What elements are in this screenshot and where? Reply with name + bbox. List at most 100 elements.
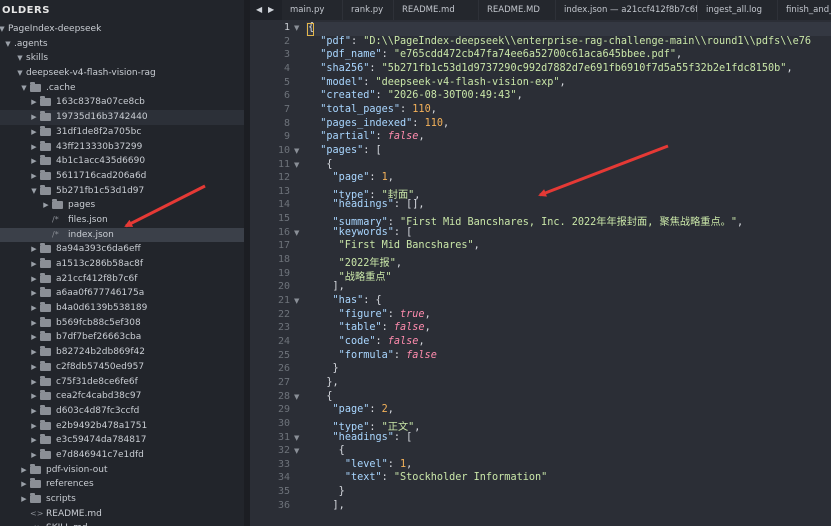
- tree-folder[interactable]: ▶ 31df1de8f2a705bc: [0, 125, 244, 140]
- chevron-right-icon[interactable]: ▶: [30, 433, 38, 448]
- code-line[interactable]: "pages_indexed": 110,: [308, 118, 449, 129]
- tree-folder[interactable]: ▶ 4b1c1acc435d6690: [0, 154, 244, 169]
- chevron-right-icon[interactable]: ▶: [30, 110, 38, 125]
- code-line[interactable]: {: [308, 159, 332, 170]
- fold-chevron-icon[interactable]: ▼: [294, 297, 299, 305]
- chevron-right-icon[interactable]: ▶: [30, 389, 38, 404]
- code-line[interactable]: "code": false,: [308, 336, 425, 347]
- tab-5[interactable]: ingest_all.log: [698, 0, 778, 20]
- chevron-right-icon[interactable]: ▶: [30, 169, 38, 184]
- chevron-right-icon[interactable]: ▶: [42, 198, 50, 213]
- chevron-right-icon[interactable]: ▶: [30, 125, 38, 140]
- tree-folder[interactable]: ▶ cea2fc4cabd38c97: [0, 389, 244, 404]
- tree-folder[interactable]: ▶ pages: [0, 198, 244, 213]
- tree-folder[interactable]: ▶ 8a94a393c6da6eff: [0, 242, 244, 257]
- code-line[interactable]: ],: [308, 500, 345, 511]
- chevron-down-icon[interactable]: ▼: [30, 184, 38, 199]
- code-line[interactable]: "keywords": [: [308, 227, 413, 238]
- tree-file[interactable]: /* index.json: [0, 227, 244, 243]
- tree-folder[interactable]: ▼ .agents: [0, 37, 244, 52]
- tree-folder[interactable]: ▶ 5611716cad206a6d: [0, 169, 244, 184]
- code-line[interactable]: "has": {: [308, 295, 382, 306]
- chevron-right-icon[interactable]: ▶: [30, 242, 38, 257]
- tree-folder[interactable]: ▶ a21ccf412f8b7c6f: [0, 272, 244, 287]
- code-line[interactable]: "model": "deepseek-v4-flash-vision-exp",: [308, 77, 565, 88]
- tree-folder[interactable]: ▶ 163c8378a07ce8cb: [0, 95, 244, 110]
- chevron-right-icon[interactable]: ▶: [20, 492, 28, 507]
- code-line[interactable]: },: [308, 377, 338, 388]
- tree-folder[interactable]: ▶ c75f31de8ce6fe6f: [0, 375, 244, 390]
- chevron-right-icon[interactable]: ▶: [30, 345, 38, 360]
- tree-folder[interactable]: ▶ a1513c286b58ac8f: [0, 257, 244, 272]
- code-line[interactable]: "partial": false,: [308, 131, 424, 142]
- code-line[interactable]: "sha256": "5b271fb1c53d1d9737290c992d788…: [308, 63, 792, 74]
- code-line[interactable]: }: [308, 486, 345, 497]
- tree-file[interactable]: <> README.md: [0, 507, 244, 522]
- code-line[interactable]: "table": false,: [308, 322, 431, 333]
- chevron-down-icon[interactable]: ▼: [0, 22, 6, 37]
- code-line[interactable]: "level": 1,: [308, 459, 413, 470]
- code-line[interactable]: "pages": [: [308, 145, 381, 156]
- fold-chevron-icon[interactable]: ▼: [294, 147, 299, 155]
- tree-folder[interactable]: ▶ 43ff213330b37299: [0, 140, 244, 155]
- tree-folder[interactable]: ▶ b569fcb88c5ef308: [0, 316, 244, 331]
- fold-chevron-icon[interactable]: ▼: [294, 434, 299, 442]
- code-line[interactable]: "headings": [],: [308, 199, 425, 210]
- tree-folder[interactable]: ▶ e3c59474da784817: [0, 433, 244, 448]
- chevron-right-icon[interactable]: ▶: [30, 95, 38, 110]
- code-line[interactable]: {: [308, 391, 332, 402]
- chevron-right-icon[interactable]: ▶: [30, 286, 38, 301]
- tree-folder[interactable]: ▶ e7d846941c7e1dfd: [0, 448, 244, 463]
- chevron-down-icon[interactable]: ▼: [16, 66, 24, 81]
- back-arrow-icon[interactable]: ◀: [256, 0, 262, 20]
- code-line[interactable]: "pdf_name": "e765cdd472cb47fa74ee6a52700…: [308, 49, 682, 60]
- tree-folder[interactable]: ▶ b7df7bef26663cba: [0, 330, 244, 345]
- tree-folder[interactable]: ▶ scripts: [0, 492, 244, 507]
- code-line[interactable]: }: [308, 363, 339, 374]
- tree-file[interactable]: /* files.json: [0, 213, 244, 228]
- fold-chevron-icon[interactable]: ▼: [294, 447, 299, 455]
- tab-0[interactable]: main.py: [282, 0, 343, 20]
- fold-chevron-icon[interactable]: ▼: [294, 24, 299, 32]
- tree-folder[interactable]: ▶ a6aa0f677746175a: [0, 286, 244, 301]
- code-line[interactable]: "page": 1,: [308, 172, 394, 183]
- code-line[interactable]: "total_pages": 110,: [308, 104, 437, 115]
- tab-2[interactable]: README.md: [394, 0, 479, 20]
- code-line[interactable]: "formula": false: [308, 350, 437, 361]
- tree-folder[interactable]: ▼ PageIndex-deepseek: [0, 22, 244, 37]
- fold-chevron-icon[interactable]: ▼: [294, 393, 299, 401]
- chevron-down-icon[interactable]: ▼: [4, 37, 12, 52]
- chevron-right-icon[interactable]: ▶: [30, 301, 38, 316]
- tree-folder[interactable]: ▶ e2b9492b478a1751: [0, 419, 244, 434]
- tab-4[interactable]: index.json — a21ccf412f8b7c6f: [556, 0, 698, 20]
- fold-chevron-icon[interactable]: ▼: [294, 161, 299, 169]
- tree-folder[interactable]: ▶ b4a0d6139b538189: [0, 301, 244, 316]
- tree-folder[interactable]: ▼ skills: [0, 51, 244, 66]
- tree-folder[interactable]: ▶ pdf-vision-out: [0, 463, 244, 478]
- chevron-right-icon[interactable]: ▶: [30, 154, 38, 169]
- chevron-right-icon[interactable]: ▶: [30, 419, 38, 434]
- tree-file[interactable]: <>SKILL.md: [0, 521, 244, 526]
- chevron-right-icon[interactable]: ▶: [30, 257, 38, 272]
- chevron-down-icon[interactable]: ▼: [20, 81, 28, 96]
- tree-folder[interactable]: ▶ d603c4d87fc3ccfd: [0, 404, 244, 419]
- tree-folder[interactable]: ▶ b82724b2db869f42: [0, 345, 244, 360]
- chevron-right-icon[interactable]: ▶: [20, 477, 28, 492]
- forward-arrow-icon[interactable]: ▶: [268, 0, 274, 20]
- tree-folder[interactable]: ▶ 19735d16b3742440: [0, 110, 244, 125]
- code-line[interactable]: "figure": true,: [308, 309, 431, 320]
- code-editor[interactable]: 1 ▼ 2 3 4 5 6 7 8 9 10 ▼ 11 ▼ 12 13 14 15 16 ▼ 17 18 19 20 21 ▼ 22…: [250, 20, 831, 526]
- fold-chevron-icon[interactable]: ▼: [294, 229, 299, 237]
- tab-1[interactable]: rank.py: [343, 0, 394, 20]
- code-line[interactable]: "created": "2026-08-30T00:49:43",: [308, 90, 522, 101]
- code-line[interactable]: {: [308, 445, 345, 456]
- code-line[interactable]: ],: [308, 281, 345, 292]
- chevron-right-icon[interactable]: ▶: [30, 330, 38, 345]
- code-line[interactable]: "pdf": "D:\\PageIndex-deepseek\\enterpri…: [308, 36, 811, 47]
- tree-folder[interactable]: ▶ references: [0, 477, 244, 492]
- chevron-right-icon[interactable]: ▶: [30, 140, 38, 155]
- chevron-right-icon[interactable]: ▶: [30, 448, 38, 463]
- chevron-right-icon[interactable]: ▶: [30, 404, 38, 419]
- tab-3[interactable]: README.MD: [479, 0, 556, 20]
- code-line[interactable]: "text": "Stockholder Information": [308, 472, 547, 483]
